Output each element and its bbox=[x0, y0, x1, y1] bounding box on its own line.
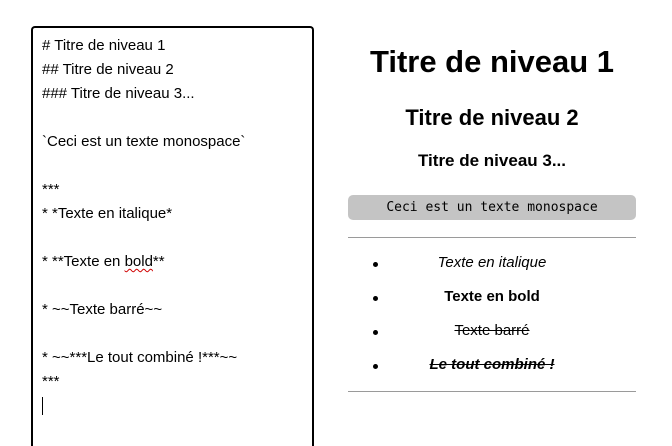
markdown-editor[interactable]: # Titre de niveau 1 ## Titre de niveau 2… bbox=[31, 26, 314, 446]
spellcheck-word: bold bbox=[124, 253, 153, 270]
editor-text: * **Texte en bbox=[42, 253, 125, 270]
text-caret bbox=[42, 397, 43, 416]
list-item: Texte en bold bbox=[348, 284, 636, 318]
preview-heading-2: Titre de niveau 2 bbox=[405, 105, 579, 130]
editor-line-bold: * **Texte en bold** bbox=[42, 250, 312, 274]
editor-caret-line bbox=[42, 394, 312, 418]
list-item: Texte en italique bbox=[348, 250, 636, 284]
editor-line: # Titre de niveau 1 bbox=[42, 37, 166, 54]
list-item: Le tout combiné ! bbox=[348, 352, 636, 386]
editor-line: * *Texte en italique* bbox=[42, 205, 173, 222]
list-item-strikethrough: Texte barré bbox=[454, 322, 530, 339]
list-item: Texte barré bbox=[348, 318, 636, 352]
editor-line: *** bbox=[42, 181, 60, 198]
list-item-italic: Texte en italique bbox=[437, 254, 547, 271]
editor-line: * ~~Texte barré~~ bbox=[42, 301, 163, 318]
editor-line: *** bbox=[42, 373, 60, 390]
preview-heading-1: Titre de niveau 1 bbox=[369, 44, 615, 79]
editor-line: * ~~***Le tout combiné !***~~ bbox=[42, 349, 238, 366]
preview-heading-3: Titre de niveau 3... bbox=[417, 151, 567, 170]
editor-line: ## Titre de niveau 2 bbox=[42, 61, 174, 78]
editor-text: ** bbox=[152, 253, 165, 270]
preview-list: Texte en italique Texte en bold Texte ba… bbox=[348, 250, 636, 386]
list-item-bold: Texte en bold bbox=[444, 288, 540, 305]
preview-code-block: Ceci est un texte monospace bbox=[348, 195, 636, 220]
horizontal-rule bbox=[348, 391, 636, 392]
editor-line: `Ceci est un texte monospace` bbox=[42, 133, 246, 150]
list-item-combined: Le tout combiné ! bbox=[429, 356, 555, 373]
horizontal-rule bbox=[348, 237, 636, 238]
editor-line: ### Titre de niveau 3... bbox=[42, 85, 195, 102]
